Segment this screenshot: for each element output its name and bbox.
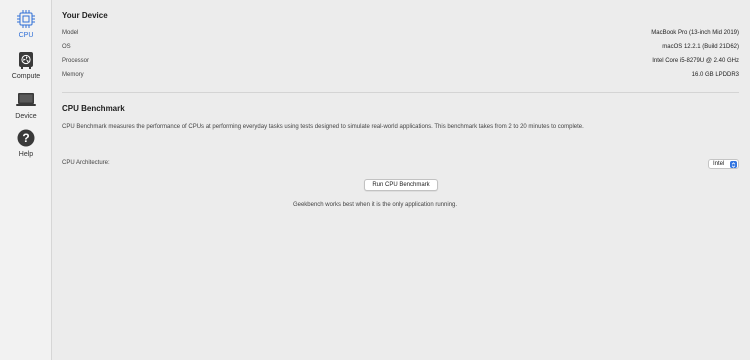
- benchmark-footnote: Geekbench works best when it is the only…: [292, 202, 458, 208]
- cpu-icon: [15, 9, 37, 29]
- svg-text:?: ?: [22, 131, 29, 145]
- sidebar-item-device[interactable]: Device: [0, 90, 52, 128]
- model-label: Model: [62, 30, 79, 36]
- your-device-heading: Your Device: [62, 11, 108, 20]
- benchmark-description: CPU Benchmark measures the performance o…: [62, 124, 584, 130]
- sidebar-item-label: CPU: [18, 32, 34, 39]
- cpu-architecture-value: Intel: [713, 161, 725, 167]
- sidebar-item-help[interactable]: ? Help: [0, 128, 52, 166]
- sidebar-item-compute[interactable]: Compute: [0, 50, 52, 88]
- memory-value: 16.0 GB LPDDR3: [691, 72, 739, 78]
- chevron-updown-icon: [730, 161, 737, 168]
- laptop-icon: [15, 90, 37, 110]
- os-value: macOS 12.2.1 (Build 21D62): [662, 44, 739, 50]
- processor-value: Intel Core i5-8279U @ 2.40 GHz: [652, 58, 739, 64]
- section-divider: [62, 92, 739, 93]
- cpu-architecture-label: CPU Architecture:: [62, 160, 110, 166]
- model-value: MacBook Pro (13-inch Mid 2019): [651, 30, 739, 36]
- sidebar: CPU Compute Device ? Help: [0, 0, 52, 360]
- cpu-architecture-select[interactable]: Intel: [708, 159, 739, 169]
- memory-label: Memory: [62, 72, 84, 78]
- sidebar-item-label: Compute: [11, 73, 41, 80]
- sidebar-item-label: Device: [15, 113, 37, 120]
- sidebar-item-label: Help: [18, 151, 34, 158]
- sidebar-item-cpu[interactable]: CPU: [0, 9, 52, 47]
- run-cpu-benchmark-button[interactable]: Run CPU Benchmark: [364, 179, 438, 191]
- os-label: OS: [62, 44, 71, 50]
- help-icon: ?: [15, 128, 37, 148]
- gpu-icon: [15, 50, 37, 70]
- cpu-benchmark-heading: CPU Benchmark: [62, 104, 125, 113]
- processor-label: Processor: [62, 58, 90, 64]
